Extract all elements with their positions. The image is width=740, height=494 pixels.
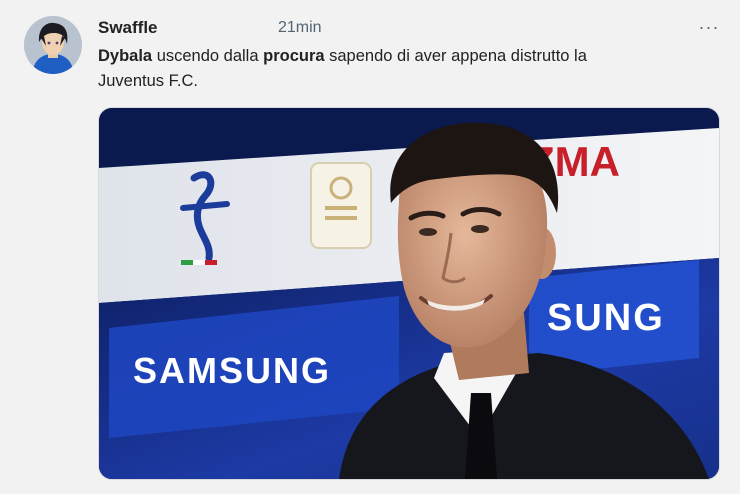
crest-logo bbox=[310, 162, 372, 249]
avatar[interactable] bbox=[24, 16, 82, 74]
more-options-icon[interactable]: ··· bbox=[696, 14, 722, 40]
timestamp[interactable]: 21min bbox=[278, 19, 322, 37]
text-segment: uscendo dalla bbox=[152, 47, 264, 65]
backdrop-brand-right: SUNG bbox=[547, 297, 665, 339]
tweet-photo[interactable]: ZMA SAMSUNG SUNG bbox=[98, 107, 720, 480]
tweet-text: Dybala uscendo dalla procura sapendo di … bbox=[98, 44, 698, 94]
text-segment: Juventus F.C. bbox=[98, 72, 198, 90]
author-name[interactable]: Swaffle bbox=[98, 18, 158, 38]
text-bold-procura: procura bbox=[263, 47, 325, 65]
tweet-card[interactable]: Swaffle 21min ··· Dybala uscendo dalla p… bbox=[0, 0, 740, 494]
text-segment: sapendo di aver appena distrutto la bbox=[324, 47, 587, 65]
text-bold-dybala: Dybala bbox=[98, 47, 153, 65]
backdrop-brand-left: SAMSUNG bbox=[133, 350, 331, 391]
